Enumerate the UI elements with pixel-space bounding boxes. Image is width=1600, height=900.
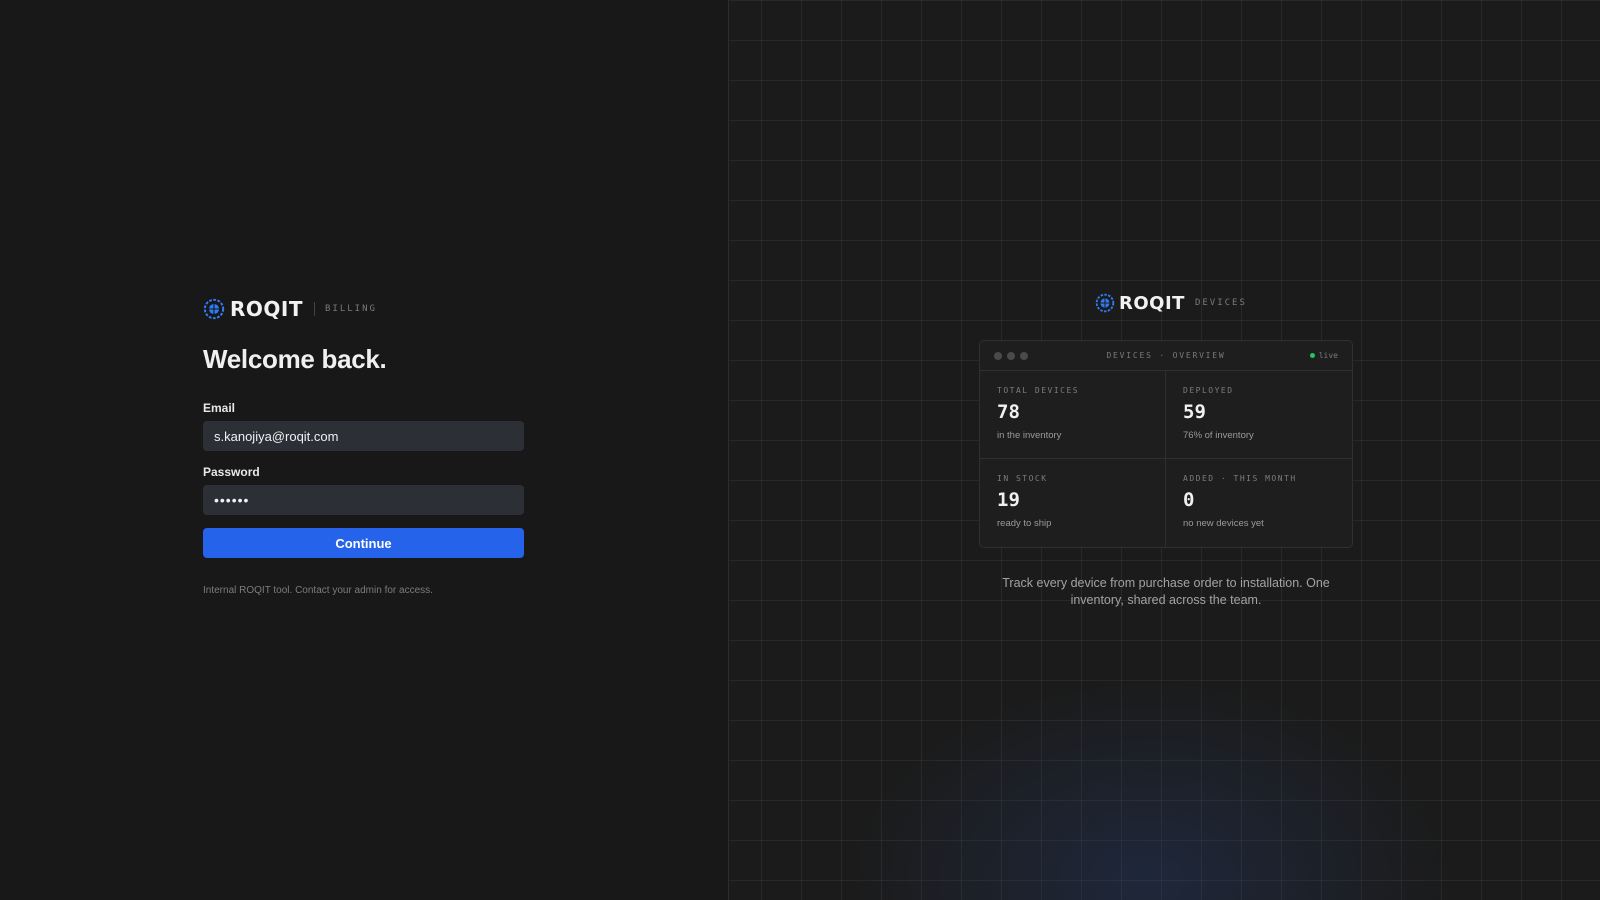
login-panel: ROQIT BILLING Welcome back. Email Passwo… — [0, 0, 728, 900]
card-header: DEVICES · OVERVIEW live — [980, 341, 1352, 371]
brand-wordmark: ROQIT — [230, 297, 303, 321]
stat-subtext: no new devices yet — [1183, 518, 1264, 529]
email-field[interactable] — [203, 421, 524, 451]
showcase-panel: ROQIT DEVICES DEVICES · OVERVIEW live TO… — [728, 0, 1600, 900]
stat-value: 0 — [1183, 489, 1195, 511]
roqit-logo-icon — [1095, 293, 1115, 313]
live-status: live — [1309, 351, 1338, 360]
stat-total-devices: TOTAL DEVICES 78 in the inventory — [980, 371, 1166, 459]
brand-tag: BILLING — [325, 304, 377, 314]
access-footnote: Internal ROQIT tool. Contact your admin … — [203, 585, 433, 596]
login-form: ROQIT BILLING Welcome back. Email Passwo… — [203, 296, 524, 596]
devices-overview-card: DEVICES · OVERVIEW live TOTAL DEVICES 78… — [979, 340, 1353, 548]
email-label: Email — [203, 401, 236, 415]
brand-tag: DEVICES — [1194, 298, 1247, 308]
live-label: live — [1318, 351, 1338, 360]
stat-label: DEPLOYED — [1183, 386, 1234, 395]
password-label: Password — [203, 465, 260, 479]
card-title: DEVICES · OVERVIEW — [1106, 351, 1226, 360]
stat-value: 19 — [997, 489, 1020, 511]
stat-label: IN STOCK — [997, 474, 1048, 483]
stat-label: ADDED · THIS MONTH — [1183, 474, 1297, 483]
stats-grid: TOTAL DEVICES 78 in the inventory DEPLOY… — [980, 371, 1352, 547]
stat-subtext: 76% of inventory — [1183, 430, 1254, 441]
stat-subtext: ready to ship — [997, 518, 1052, 529]
brand-wordmark: ROQIT — [1119, 292, 1185, 314]
brand: ROQIT BILLING — [203, 296, 524, 322]
roqit-logo-icon — [203, 298, 225, 320]
brand-divider — [314, 302, 315, 316]
stat-value: 78 — [997, 401, 1020, 423]
showcase-tagline: Track every device from purchase order t… — [1002, 576, 1330, 607]
stat-label: TOTAL DEVICES — [997, 386, 1080, 395]
page-title: Welcome back. — [203, 344, 387, 374]
stat-in-stock: IN STOCK 19 ready to ship — [980, 459, 1166, 547]
password-field[interactable] — [203, 485, 524, 515]
continue-button[interactable]: Continue — [203, 528, 524, 558]
showcase-brand: ROQIT DEVICES — [1095, 292, 1247, 314]
stat-value: 59 — [1183, 401, 1206, 423]
stat-deployed: DEPLOYED 59 76% of inventory — [1166, 371, 1352, 459]
live-dot-icon — [1309, 353, 1315, 358]
stat-subtext: in the inventory — [997, 430, 1062, 441]
stat-added-this-month: ADDED · THIS MONTH 0 no new devices yet — [1166, 459, 1352, 547]
